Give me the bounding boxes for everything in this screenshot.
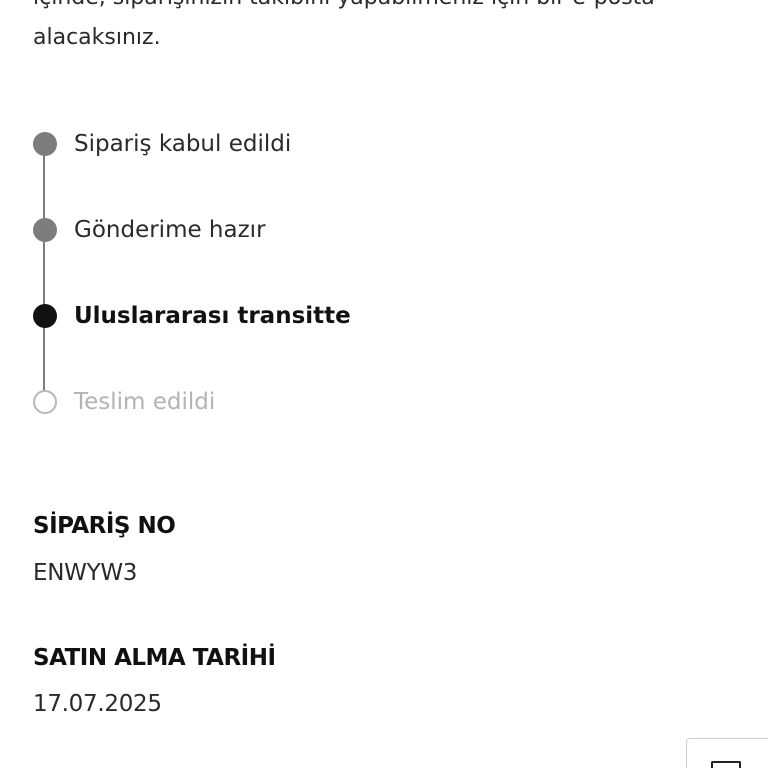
document-icon: [711, 761, 741, 768]
step-done-dot-icon: [33, 132, 57, 156]
intro-text: içinde, siparişinizin takibini yapabilme…: [33, 0, 733, 58]
intro-line-2: alacaksınız.: [33, 25, 161, 50]
step-current-dot-icon: [33, 304, 57, 328]
timeline-step-ready: Gönderime hazır: [33, 217, 266, 243]
purchase-date-value: 17.07.2025: [33, 691, 162, 717]
order-number-title: SİPARİŞ NO: [33, 513, 176, 539]
step-done-dot-icon: [33, 218, 57, 242]
step-pending-dot-icon: [33, 390, 57, 414]
timeline-step-accepted: Sipariş kabul edildi: [33, 131, 291, 157]
step-label: Uluslararası transitte: [74, 303, 351, 329]
step-label: Sipariş kabul edildi: [74, 131, 292, 157]
intro-line-1: içinde, siparişinizin takibini yapabilme…: [33, 0, 655, 10]
order-number-value: ENWYW3: [33, 560, 138, 586]
floating-action-button[interactable]: [686, 738, 768, 768]
step-label: Gönderime hazır: [74, 217, 266, 243]
purchase-date-title: SATIN ALMA TARİHİ: [33, 645, 276, 671]
timeline-connector: [43, 137, 45, 395]
timeline-step-in-transit: Uluslararası transitte: [33, 303, 351, 329]
step-label: Teslim edildi: [74, 389, 216, 415]
timeline-step-delivered: Teslim edildi: [33, 389, 215, 415]
